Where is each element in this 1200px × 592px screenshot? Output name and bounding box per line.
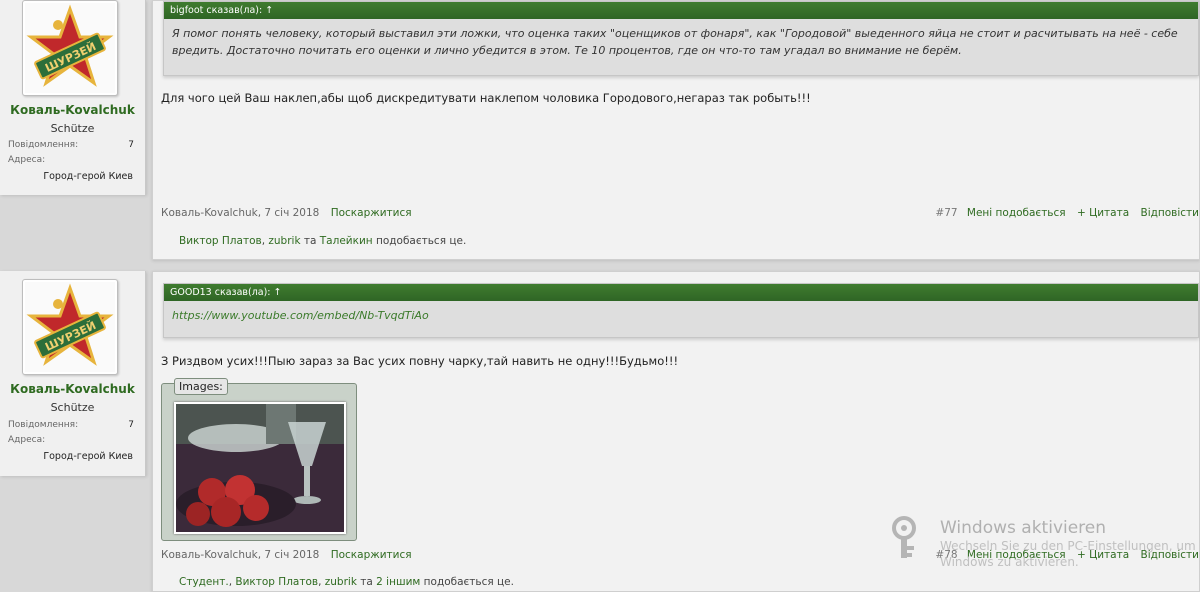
like-user[interactable]: 2 іншим: [376, 576, 420, 588]
like-user[interactable]: Виктор Платов: [179, 235, 262, 247]
avatar-star-badge-icon: ШУРЗЕЙ: [25, 282, 115, 372]
posts-count-value: 7: [128, 140, 134, 150]
user-title: Schütze: [50, 401, 95, 414]
attachment-label: Images:: [174, 378, 228, 395]
report-link[interactable]: Поскаржитися: [331, 549, 412, 561]
post-meta: Коваль-Kovalchuk, 7 січ 2018 Поскаржитис…: [161, 549, 412, 561]
like-user[interactable]: zubrik: [268, 235, 300, 247]
user-info: ШУРЗЕЙ Коваль-Kovalchuk Schütze Повідомл…: [0, 271, 146, 476]
attachment-box: Images:: [161, 378, 357, 541]
likes-summary: Студент., Виктор Платов, zubrik та 2 інш…: [179, 576, 514, 588]
message-text: Для чого цей Ваш наклеп,абы щоб дискреди…: [161, 91, 811, 105]
likes-suffix: подобається це.: [372, 235, 467, 247]
post-actions: #77 Мені подобається + Цитата Відповісти: [935, 207, 1199, 219]
user-title: Schütze: [50, 122, 95, 135]
avatar[interactable]: ШУРЗЕЙ: [22, 0, 118, 96]
reply-button[interactable]: Відповісти: [1141, 207, 1200, 219]
photo-image: [176, 404, 344, 532]
post-author-date[interactable]: Коваль-Kovalchuk, 7 січ 2018: [161, 207, 319, 219]
like-user[interactable]: Виктор Платов: [235, 576, 318, 588]
posts-count-label: Повідомлення:: [8, 420, 79, 430]
avatar-star-badge-icon: ШУРЗЕЙ: [25, 3, 115, 93]
address-value: Город-герой Киев: [43, 451, 133, 462]
likes-and: та: [356, 576, 377, 588]
message-body: bigfoot сказав(ла): ↑ Я помог понять чел…: [152, 0, 1200, 260]
address-label: Адреса:: [8, 155, 46, 165]
quote-link[interactable]: https://www.youtube.com/embed/Nb-TvqdTiA…: [164, 301, 1198, 324]
attachment-thumbnail[interactable]: [174, 402, 346, 534]
likes-suffix: подобається це.: [420, 576, 514, 588]
like-user[interactable]: Талейкин: [320, 235, 373, 247]
address-label: Адреса:: [8, 435, 46, 445]
post-meta: Коваль-Kovalchuk, 7 січ 2018 Поскаржитис…: [161, 207, 412, 219]
like-button[interactable]: Мені подобається: [967, 207, 1066, 219]
quote-button[interactable]: + Цитата: [1077, 207, 1129, 219]
likes-and: та: [300, 235, 320, 247]
quote-block: bigfoot сказав(ла): ↑ Я помог понять чел…: [163, 1, 1199, 76]
quote-block: GOOD13 сказав(ла): ↑ https://www.youtube…: [163, 283, 1199, 338]
key-icon: [892, 516, 916, 558]
username[interactable]: Коваль-Kovalchuk: [0, 382, 145, 396]
quote-text: Я помог понять человеку, который выстави…: [172, 27, 1178, 57]
post-number[interactable]: #77: [935, 207, 957, 219]
windows-activation-watermark: Windows aktivieren Wechseln Sie zu den P…: [940, 518, 1196, 570]
likes-summary: Виктор Платов, zubrik та Талейкин подоба…: [179, 235, 466, 247]
username[interactable]: Коваль-Kovalchuk: [0, 103, 145, 117]
post-77: ШУРЗЕЙ Коваль-Kovalchuk Schütze Повідомл…: [0, 0, 1200, 262]
like-user[interactable]: Студент.: [179, 576, 229, 588]
posts-count-label: Повідомлення:: [8, 140, 79, 150]
quote-header[interactable]: bigfoot сказав(ла): ↑: [164, 2, 1198, 19]
user-info: ШУРЗЕЙ Коваль-Kovalchuk Schütze Повідомл…: [0, 0, 146, 195]
watermark-title: Windows aktivieren: [940, 518, 1107, 538]
like-user[interactable]: zubrik: [325, 576, 357, 588]
watermark-line2: Windows zu aktivieren.: [940, 555, 1079, 569]
quote-header[interactable]: GOOD13 сказав(ла): ↑: [164, 284, 1198, 301]
avatar[interactable]: ШУРЗЕЙ: [22, 279, 118, 375]
post-author-date[interactable]: Коваль-Kovalchuk, 7 січ 2018: [161, 549, 319, 561]
report-link[interactable]: Поскаржитися: [331, 207, 412, 219]
message-text: З Риздвом усих!!!Пыю зараз за Вас усих п…: [161, 354, 679, 368]
posts-count-value: 7: [128, 420, 134, 430]
address-value: Город-герой Киев: [43, 171, 133, 182]
watermark-line1: Wechseln Sie zu den PC-Einstellungen, um: [940, 539, 1196, 553]
